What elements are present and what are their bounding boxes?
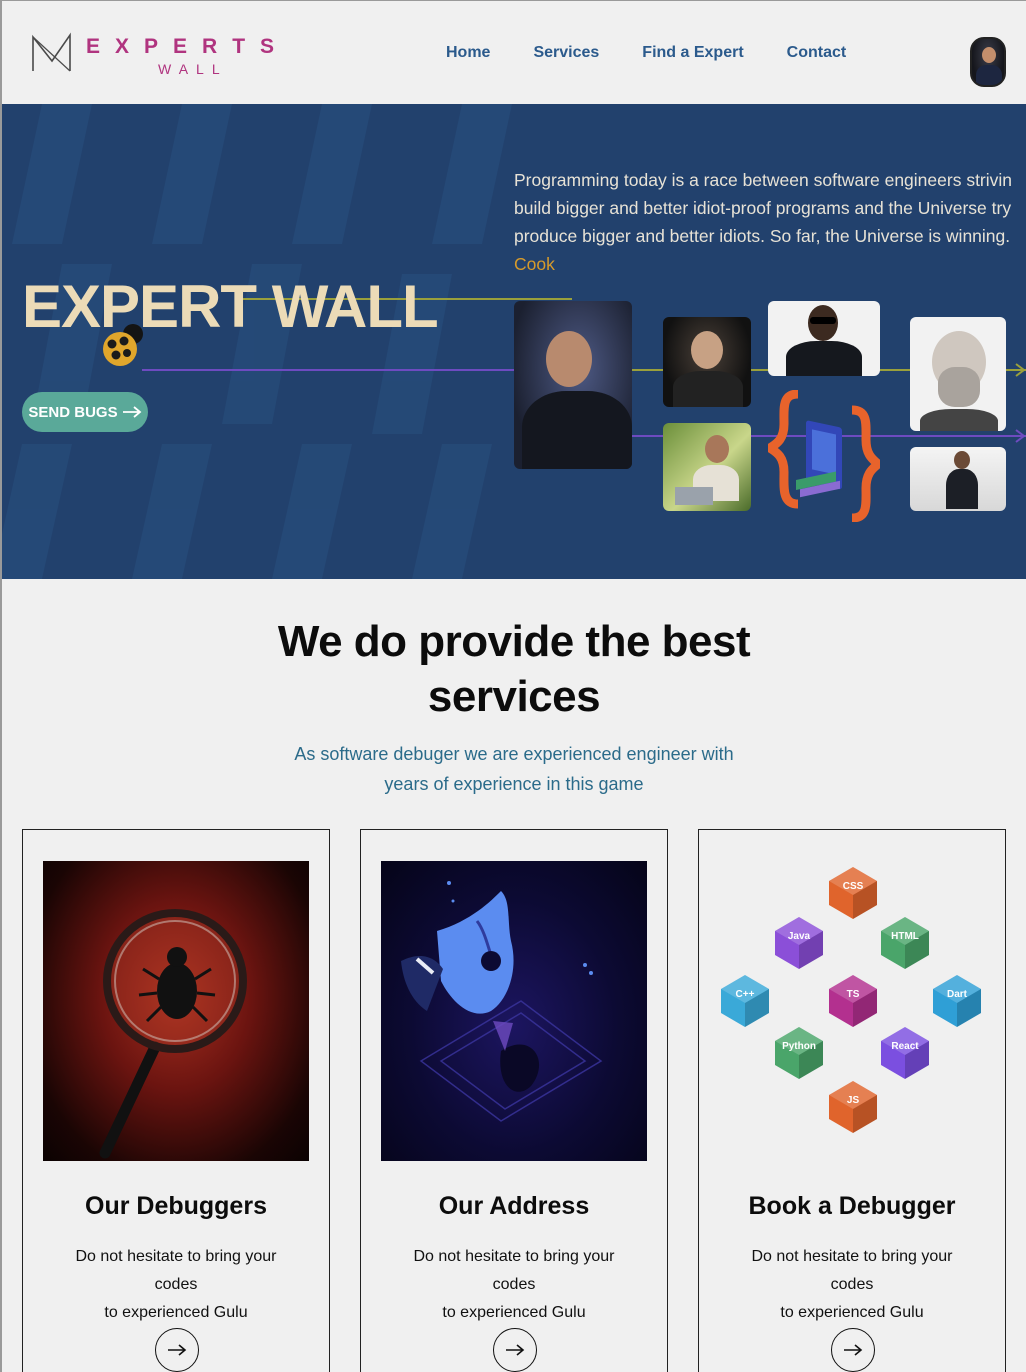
magnifier-icon bbox=[99, 909, 247, 1159]
card-text-line-1: Do not hesitate to bring your codes bbox=[413, 1248, 615, 1293]
tech-cube-label: CSS bbox=[843, 881, 864, 892]
card-arrow-button[interactable] bbox=[831, 1328, 875, 1372]
service-card-book: CSS Java HTML C++ TS Dart Python React J… bbox=[698, 829, 1006, 1372]
quote-line-2: build bigger and better idiot-proof prog… bbox=[514, 198, 1012, 218]
hero-quote: Programming today is a race between soft… bbox=[514, 166, 1026, 278]
card-title: Our Debuggers bbox=[85, 1192, 267, 1220]
logo-m-icon bbox=[32, 32, 71, 72]
expert-photo-3[interactable] bbox=[768, 301, 880, 376]
tech-cube-label: HTML bbox=[891, 931, 919, 942]
ladybug-icon bbox=[103, 324, 143, 366]
card-text-line-1: Do not hesitate to bring your codes bbox=[751, 1248, 953, 1293]
expert-photo-1[interactable] bbox=[514, 301, 632, 469]
quote-author: Cook bbox=[514, 254, 555, 274]
tech-cube-label: React bbox=[891, 1041, 919, 1052]
brand-subname: WALL bbox=[158, 61, 228, 77]
tech-cube-label: JS bbox=[847, 1095, 860, 1106]
brand-logo[interactable]: EXPERTS WALL bbox=[30, 31, 310, 81]
expert-photo-2[interactable] bbox=[663, 317, 751, 407]
tech-cube-label: Python bbox=[782, 1041, 816, 1052]
hand-icon bbox=[401, 881, 603, 1122]
nav-services[interactable]: Services bbox=[533, 44, 599, 62]
tech-cubes-image: CSS Java HTML C++ TS Dart Python React J… bbox=[713, 861, 993, 1161]
tech-cube-label: Dart bbox=[947, 989, 968, 1000]
brand-name: EXPERTS bbox=[86, 35, 290, 58]
hero-banner: EXPERT WALL SEND BUGS Programming today … bbox=[2, 104, 1026, 579]
nav-home[interactable]: Home bbox=[446, 44, 490, 62]
nav-contact[interactable]: Contact bbox=[787, 44, 847, 62]
service-card-address: Our Address Do not hesitate to bring you… bbox=[360, 829, 668, 1372]
card-text: Do not hesitate to bring your codes to e… bbox=[361, 1243, 667, 1327]
services-heading-line-2: services bbox=[427, 672, 601, 721]
services-heading: We do provide the best services bbox=[2, 614, 1026, 724]
services-heading-line-1: We do provide the best bbox=[277, 617, 751, 666]
card-text-line-1: Do not hesitate to bring your codes bbox=[75, 1248, 277, 1293]
user-avatar[interactable] bbox=[970, 37, 1006, 87]
services-subtitle: As software debuger we are experienced e… bbox=[2, 739, 1026, 799]
quote-line-1: Programming today is a race between soft… bbox=[514, 170, 1013, 190]
card-text: Do not hesitate to bring your codes to e… bbox=[23, 1243, 329, 1327]
chevron-right-icon bbox=[1015, 429, 1026, 443]
code-braces-illustration bbox=[768, 390, 880, 522]
tech-cubes-illustration: CSS Java HTML C++ TS Dart Python React J… bbox=[721, 867, 981, 1133]
arrow-right-icon bbox=[168, 1344, 187, 1356]
service-card-debuggers: Our Debuggers Do not hesitate to bring y… bbox=[22, 829, 330, 1372]
quote-line-3: produce bigger and better idiots. So far… bbox=[514, 226, 1011, 246]
card-text-line-2: to experienced Gulu bbox=[780, 1304, 924, 1321]
card-title: Book a Debugger bbox=[748, 1192, 956, 1220]
site-header: EXPERTS WALL Home Services Find a Expert… bbox=[2, 1, 1026, 104]
card-title: Our Address bbox=[438, 1192, 590, 1220]
send-bugs-label: SEND BUGS bbox=[28, 403, 118, 421]
card-text-line-2: to experienced Gulu bbox=[442, 1304, 586, 1321]
card-arrow-button[interactable] bbox=[493, 1328, 537, 1372]
arrow-right-icon bbox=[844, 1344, 863, 1356]
card-text-line-2: to experienced Gulu bbox=[104, 1304, 248, 1321]
arrow-right-icon bbox=[122, 406, 141, 418]
expert-photo-4[interactable] bbox=[663, 423, 751, 511]
hero-title: EXPERT WALL bbox=[22, 273, 439, 340]
hand-chip-image bbox=[381, 861, 647, 1161]
services-subtitle-line-2: years of experience in this game bbox=[384, 774, 644, 794]
magnifier-bug-image bbox=[43, 861, 309, 1161]
expert-photo-5[interactable] bbox=[910, 317, 1006, 431]
decor-line-purple bbox=[142, 369, 516, 371]
arrow-right-icon bbox=[506, 1344, 525, 1356]
card-text: Do not hesitate to bring your codes to e… bbox=[699, 1243, 1005, 1327]
expert-photo-6[interactable] bbox=[910, 447, 1006, 511]
services-subtitle-line-1: As software debuger we are experienced e… bbox=[294, 744, 734, 764]
chevron-right-icon bbox=[1015, 363, 1026, 377]
nav-find-expert[interactable]: Find a Expert bbox=[642, 44, 743, 62]
card-arrow-button[interactable] bbox=[155, 1328, 199, 1372]
tech-cube-label: C++ bbox=[736, 989, 755, 1000]
tech-cube-label: Java bbox=[788, 931, 811, 942]
tech-cube-label: TS bbox=[847, 989, 860, 1000]
main-nav: Home Services Find a Expert Contact bbox=[446, 44, 889, 62]
send-bugs-button[interactable]: SEND BUGS bbox=[22, 392, 148, 432]
